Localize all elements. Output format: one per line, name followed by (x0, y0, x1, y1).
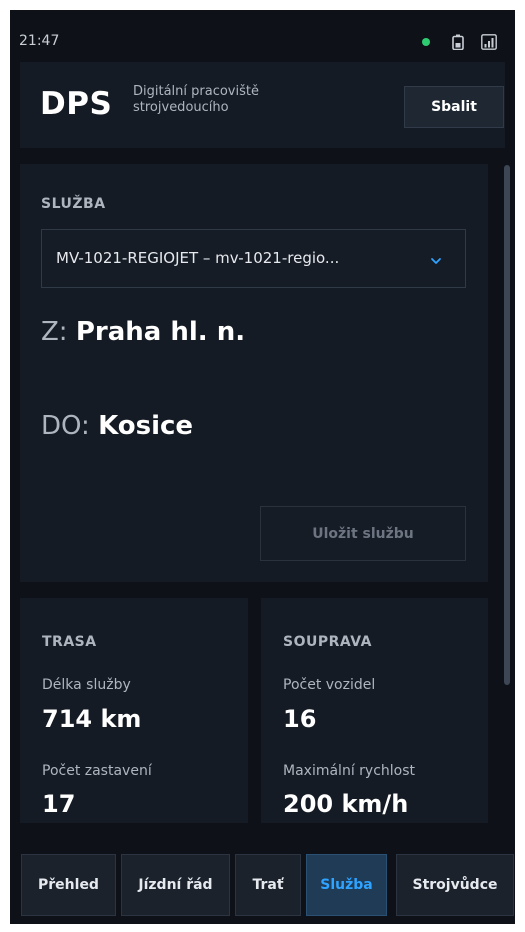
route-heading: TRASA (42, 634, 97, 650)
chevron-down-icon (431, 258, 441, 264)
train-heading: SOUPRAVA (283, 634, 372, 650)
status-bar: 21:47 (10, 10, 515, 56)
tab-driver[interactable]: Strojvůdce (396, 854, 514, 916)
signal-icon (481, 34, 497, 50)
app-screen: 21:47 DPS Digitální pracoviště strojvedo… (10, 10, 515, 924)
service-select[interactable]: MV-1021-REGIOJET – mv-1021-regio... (41, 229, 466, 288)
bottom-nav: Přehled Jízdní řád Trať Služba Strojvůdc… (10, 848, 515, 924)
battery-icon (452, 34, 464, 50)
service-length-value: 714 km (42, 705, 142, 733)
service-length-label: Délka služby (42, 677, 131, 693)
scrollbar[interactable] (504, 165, 510, 685)
service-select-value: MV-1021-REGIOJET – mv-1021-regio... (56, 249, 340, 267)
app-header: DPS Digitální pracoviště strojvedoucího … (20, 62, 505, 148)
max-speed-value: 200 km/h (283, 790, 409, 818)
app-logo: DPS (40, 86, 113, 122)
tab-service[interactable]: Služba (306, 854, 387, 916)
stops-count-value: 17 (42, 790, 76, 818)
stops-count-label: Počet zastavení (42, 763, 152, 779)
status-indicator-dot (422, 38, 430, 46)
train-card: SOUPRAVA Počet vozidel 16 Maximální rych… (261, 598, 488, 823)
route-from-prefix: Z: (41, 317, 68, 347)
route-to-prefix: DO: (41, 411, 90, 441)
route-from-value: Praha hl. n. (75, 317, 246, 347)
route-from: Z: Praha hl. n. (41, 317, 245, 347)
tab-timetable[interactable]: Jízdní řád (121, 854, 230, 916)
status-time: 21:47 (19, 33, 60, 49)
vehicles-count-value: 16 (283, 705, 317, 733)
app-subtitle: Digitální pracoviště strojvedoucího (133, 84, 259, 115)
save-service-button[interactable]: Uložit službu (260, 506, 466, 561)
collapse-button[interactable]: Sbalit (404, 86, 504, 128)
route-to: DO: Kosice (41, 411, 193, 441)
service-card: SLUŽBA MV-1021-REGIOJET – mv-1021-regio.… (20, 164, 488, 582)
vehicles-count-label: Počet vozidel (283, 677, 376, 693)
max-speed-label: Maximální rychlost (283, 763, 416, 779)
route-to-value: Kosice (98, 411, 194, 441)
service-heading: SLUŽBA (41, 196, 106, 212)
route-card: TRASA Délka služby 714 km Počet zastaven… (20, 598, 248, 823)
tab-track[interactable]: Trať (235, 854, 301, 916)
tab-overview[interactable]: Přehled (21, 854, 116, 916)
